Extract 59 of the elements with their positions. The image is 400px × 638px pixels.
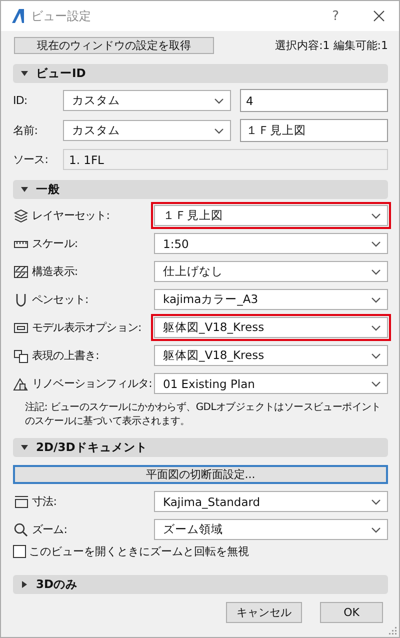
checkbox[interactable] — [13, 545, 26, 558]
overlap-squares-icon — [13, 348, 29, 364]
dropdown[interactable]: 1:50 — [154, 233, 388, 254]
hatch-icon — [13, 264, 29, 280]
dropdown[interactable]: カスタム — [63, 120, 231, 141]
layers-icon — [13, 208, 29, 224]
text-field[interactable]: 4 — [240, 89, 388, 112]
field-label: レイヤーセット: — [32, 208, 110, 223]
section-header[interactable]: 2D/3Dドキュメント — [13, 438, 388, 457]
ok-button[interactable]: OK — [320, 602, 383, 623]
section-header[interactable]: 3Dのみ — [13, 575, 388, 594]
chevron-down-icon — [371, 526, 381, 534]
field-label: 名前: — [13, 123, 39, 138]
dropdown[interactable]: 01 Existing Plan — [154, 373, 388, 394]
chevron-down-icon — [371, 380, 381, 388]
field-label: スケール: — [32, 236, 78, 251]
get-settings-button[interactable]: 現在のウィンドウの設定を取得 — [14, 37, 214, 54]
dimension-icon — [13, 494, 29, 510]
resize-grip-icon — [389, 627, 397, 635]
readonly-field: 1. 1FL — [63, 149, 388, 170]
note-text: 注記: ビューのスケールにかかわらず、GDLオブジェクトはソースビューポイントのスケールに基づいて表示されます。 — [24, 401, 382, 428]
dropdown[interactable]: kajimaカラー_A3 — [154, 289, 388, 310]
cancel-button[interactable]: キャンセル — [226, 602, 302, 623]
dropdown[interactable]: Kajima_Standard — [154, 491, 388, 512]
chevron-down-icon — [371, 296, 381, 304]
window-title: ビュー設定 — [31, 8, 91, 24]
chevron-down-icon — [371, 240, 381, 248]
field-label: モデル表示オプション: — [32, 320, 142, 335]
chevron-down-icon — [371, 352, 381, 360]
dropdown[interactable]: 躯体図_V18_Kress — [154, 345, 388, 366]
dropdown[interactable]: 仕上げなし — [154, 261, 388, 282]
field-label: ID: — [13, 94, 28, 107]
field-label: 構造表示: — [32, 264, 78, 279]
field-label: ペンセット: — [32, 292, 88, 307]
chevron-down-icon — [371, 212, 381, 220]
chevron-down-icon — [214, 96, 224, 104]
checkbox-label: このビューを開くときにズームと回転を無視 — [29, 544, 249, 559]
field-label: リノベーションフィルタ: — [32, 376, 152, 391]
chevron-down-icon — [371, 268, 381, 276]
dropdown[interactable]: カスタム — [63, 90, 231, 111]
text-field[interactable]: １Ｆ見上図 — [240, 119, 388, 142]
search-icon — [13, 522, 29, 538]
selection-status: 選択内容:1 編集可能:1 — [275, 38, 388, 53]
chevron-down-icon — [214, 126, 224, 134]
section-header[interactable]: 一般 — [13, 180, 388, 199]
field-label: ソース: — [13, 152, 50, 167]
close-icon — [373, 10, 385, 22]
chevron-down-icon — [371, 498, 381, 506]
help-button[interactable]: ? — [332, 8, 339, 24]
dropdown[interactable]: １Ｆ見上図 — [154, 205, 388, 226]
section-header[interactable]: ビューID — [13, 64, 388, 83]
field-label: 表現の上書き: — [32, 348, 99, 363]
chevron-down-icon — [371, 324, 381, 332]
dropdown[interactable]: 躯体図_V18_Kress — [154, 317, 388, 338]
field-label: 寸法: — [32, 494, 57, 509]
dropdown[interactable]: ズーム領域 — [154, 519, 388, 540]
field-label: ズーム: — [32, 522, 68, 537]
cut-plane-settings-button[interactable]: 平面図の切断面設定... — [13, 465, 388, 484]
app-logo-icon — [11, 8, 25, 24]
